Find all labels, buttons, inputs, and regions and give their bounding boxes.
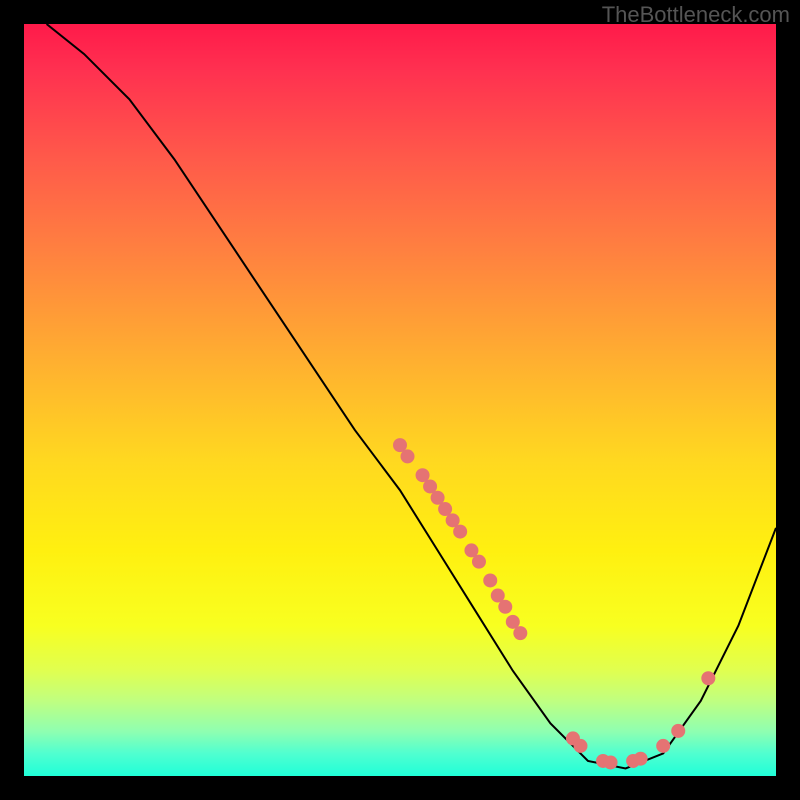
highlight-dot (513, 626, 527, 640)
highlight-dot (634, 752, 648, 766)
highlight-dot (498, 600, 512, 614)
watermark-text: TheBottleneck.com (602, 2, 790, 28)
chart-overlay (24, 24, 776, 776)
plot-area (24, 24, 776, 776)
highlight-dot (573, 739, 587, 753)
highlight-dot (453, 525, 467, 539)
highlight-dot (604, 755, 618, 769)
chart-container (24, 24, 776, 776)
highlight-dot (472, 555, 486, 569)
highlight-dot (483, 573, 497, 587)
highlight-dot (401, 449, 415, 463)
bottleneck-curve (47, 24, 776, 768)
highlight-dots-group (393, 438, 715, 769)
highlight-dot (701, 671, 715, 685)
highlight-dot (656, 739, 670, 753)
highlight-dot (671, 724, 685, 738)
